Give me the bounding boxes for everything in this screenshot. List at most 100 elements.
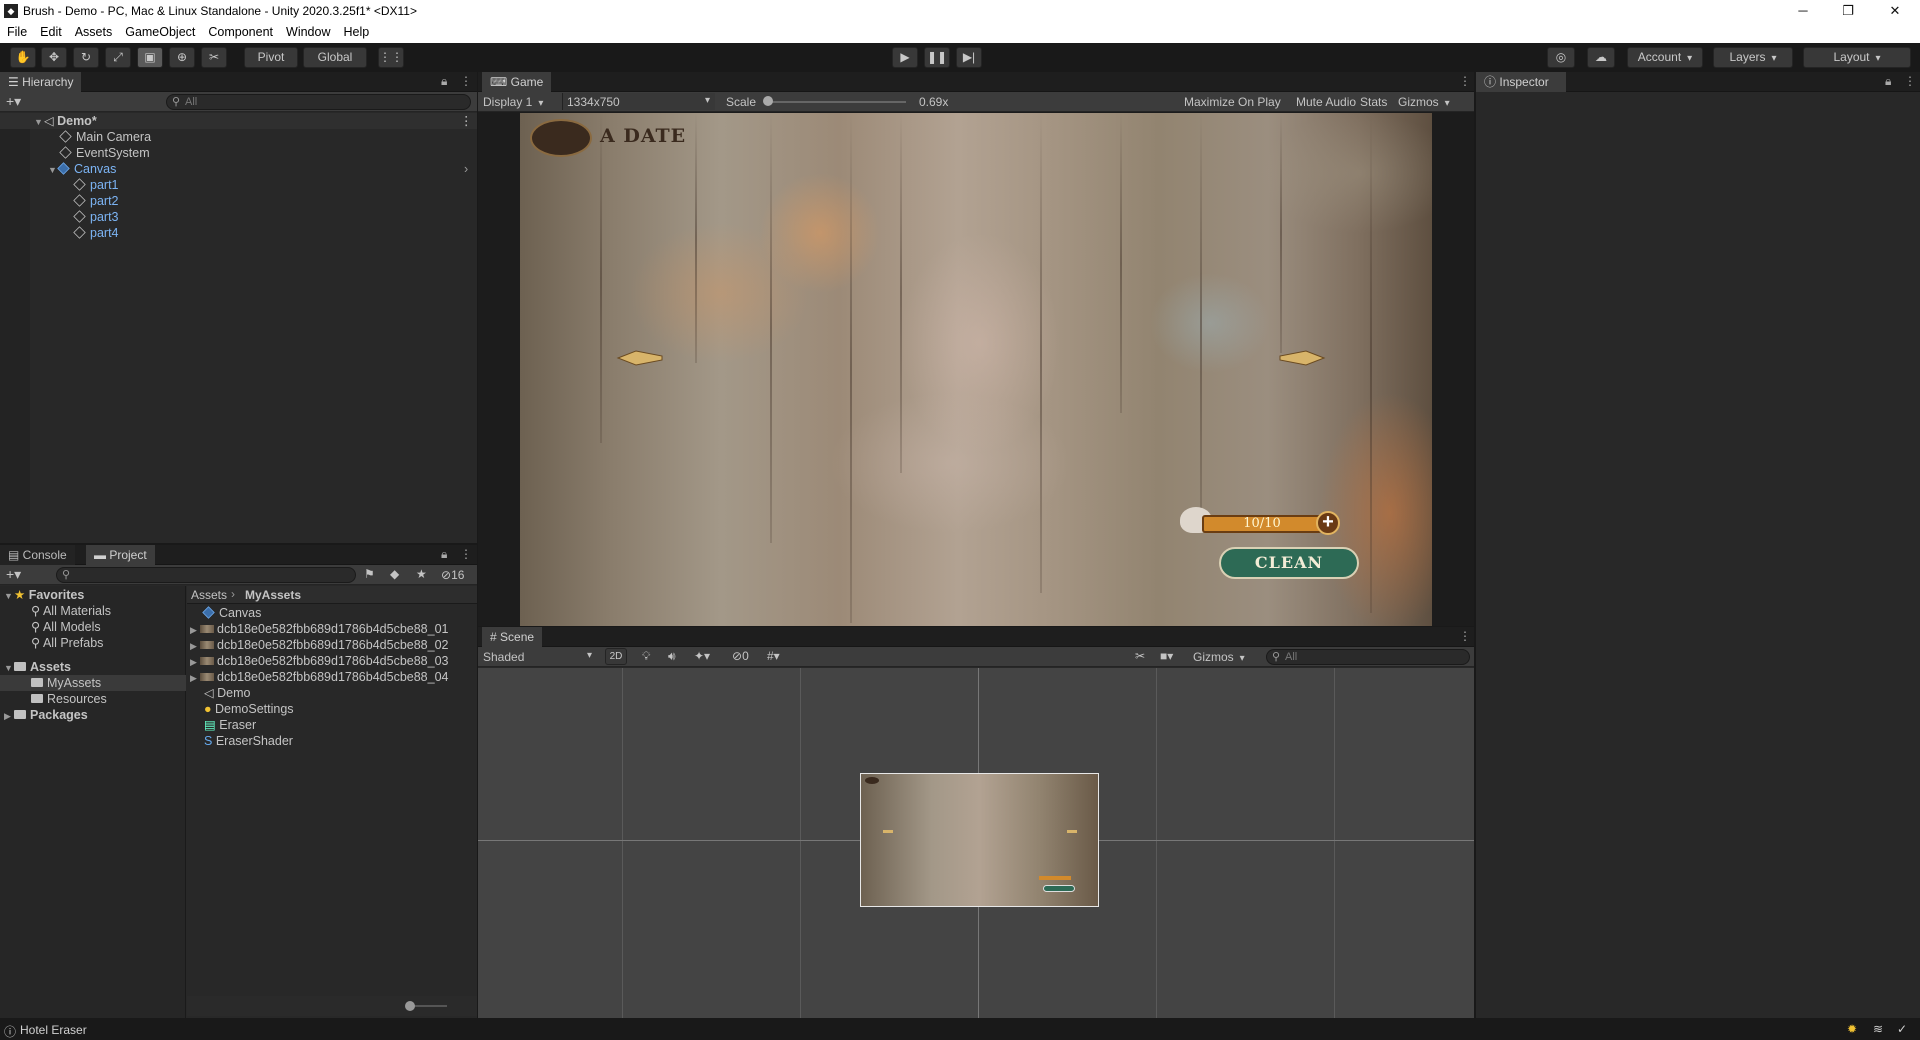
lock-icon[interactable]: 🔒︎ xyxy=(441,547,447,562)
tools-icon[interactable]: ✂ xyxy=(1135,649,1145,663)
expand-arrow-icon[interactable]: ▶ xyxy=(190,654,200,670)
file-item[interactable]: ● DemoSettings xyxy=(204,701,294,717)
2d-toggle[interactable]: 2D xyxy=(605,648,627,665)
file-item[interactable]: ▶ dcb18e0e582fbb689d1786b4d5cbe88_04 xyxy=(190,669,448,685)
rect-tool-icon[interactable]: ▣ xyxy=(137,47,163,68)
grid-icon[interactable]: #▾ xyxy=(767,649,780,663)
file-item[interactable]: ◁ Demo xyxy=(204,685,250,701)
transform-tool-icon[interactable]: ⊕ xyxy=(169,47,195,68)
menu-file[interactable]: File xyxy=(0,22,33,39)
expand-arrow-icon[interactable]: ▶ xyxy=(190,622,200,638)
kebab-menu-icon[interactable]: ⋮ xyxy=(1904,74,1916,88)
rotate-tool-icon[interactable]: ↻ xyxy=(73,47,99,68)
list-item[interactable]: part1 xyxy=(73,177,119,193)
game-render[interactable]: A DATE 10/10 + CLEAN xyxy=(520,113,1432,626)
scene-row[interactable]: ▼◁ Demo* ⋮ xyxy=(0,113,477,129)
effects-icon[interactable]: ✦▾ xyxy=(694,649,710,663)
folder-item-resources[interactable]: Resources xyxy=(31,691,107,707)
menu-gameobject[interactable]: GameObject xyxy=(118,22,201,39)
menu-window[interactable]: Window xyxy=(279,22,336,39)
mute-audio-button[interactable]: Mute Audio xyxy=(1296,95,1356,109)
audio-icon[interactable]: 🔊︎ xyxy=(668,649,676,664)
expand-arrow-icon[interactable]: ▼ xyxy=(4,660,14,676)
hand-logo-icon[interactable] xyxy=(530,119,592,157)
tab-console[interactable]: ▤ Console xyxy=(0,545,75,565)
display-dropdown[interactable]: Display 1 xyxy=(483,95,543,109)
project-search-input[interactable] xyxy=(56,567,356,583)
list-item[interactable]: EventSystem xyxy=(59,145,150,161)
favorites-row[interactable]: ▼★ Favorites xyxy=(4,587,84,603)
hidden-objects-toggle[interactable]: ⊘0 xyxy=(732,649,749,663)
pause-button[interactable]: ❚❚ xyxy=(924,47,950,68)
tab-project[interactable]: ▬ Project xyxy=(86,545,155,565)
step-button[interactable]: ▶| xyxy=(956,47,982,68)
hand-tool-icon[interactable]: ✋ xyxy=(10,47,36,68)
favorite-item[interactable]: ⚲ All Materials xyxy=(31,603,111,619)
cloud-icon[interactable]: ☁ xyxy=(1587,47,1615,68)
favorite-item[interactable]: ⚲ All Prefabs xyxy=(31,635,103,651)
snap-icon[interactable]: ⋮⋮ xyxy=(378,47,404,68)
global-toggle[interactable]: Global xyxy=(303,47,367,68)
list-item[interactable]: ▼ Canvas › xyxy=(48,161,468,177)
menu-help[interactable]: Help xyxy=(336,22,375,39)
stats-button[interactable]: Stats xyxy=(1360,95,1387,109)
play-button[interactable]: ▶ xyxy=(892,47,918,68)
pivot-toggle[interactable]: Pivot xyxy=(244,47,298,68)
breadcrumb-assets[interactable]: Assets xyxy=(191,588,227,602)
chevron-right-icon[interactable]: › xyxy=(464,161,468,177)
expand-arrow-icon[interactable]: ▼ xyxy=(4,588,14,604)
minimize-button[interactable]: ─ xyxy=(1783,0,1823,22)
lock-icon[interactable]: 🔒︎ xyxy=(441,74,447,89)
collab-icon[interactable]: ◎ xyxy=(1547,47,1575,68)
layers-dropdown[interactable]: Layers xyxy=(1713,47,1793,68)
list-item[interactable]: part2 xyxy=(73,193,119,209)
scene-menu-icon[interactable]: ⋮ xyxy=(460,113,473,129)
expand-arrow-icon[interactable]: ▶ xyxy=(4,708,14,724)
canvas-preview[interactable] xyxy=(860,773,1099,907)
list-item[interactable]: part3 xyxy=(73,209,119,225)
hidden-packages-toggle[interactable]: ⊘16 xyxy=(441,568,464,582)
kebab-menu-icon[interactable]: ⋮ xyxy=(1459,629,1471,643)
maximize-on-play-button[interactable]: Maximize On Play xyxy=(1184,95,1281,109)
resolution-dropdown[interactable]: 1334x750 ▾ xyxy=(562,93,715,110)
assets-row[interactable]: ▼ Assets xyxy=(4,659,71,675)
file-item[interactable]: S EraserShader xyxy=(204,733,293,749)
filter-type-icon[interactable]: ⚑ xyxy=(364,567,375,581)
folder-item-myassets[interactable]: MyAssets xyxy=(0,675,186,691)
kebab-menu-icon[interactable]: ⋮ xyxy=(460,547,472,561)
zoom-slider[interactable] xyxy=(405,1001,415,1011)
lock-icon[interactable]: 🔒︎ xyxy=(1885,74,1891,89)
lighting-icon[interactable]: 💡︎ xyxy=(642,649,650,664)
restore-icon[interactable]: ❐ xyxy=(1828,0,1868,22)
menu-assets[interactable]: Assets xyxy=(68,22,119,39)
file-item[interactable]: ▶ dcb18e0e582fbb689d1786b4d5cbe88_01 xyxy=(190,621,448,637)
layout-dropdown[interactable]: Layout xyxy=(1803,47,1911,68)
favorite-star-icon[interactable]: ★ xyxy=(416,567,427,581)
account-dropdown[interactable]: Account xyxy=(1627,47,1703,68)
tab-hierarchy[interactable]: ☰ Hierarchy xyxy=(0,72,82,92)
close-button[interactable]: ✕ xyxy=(1875,0,1915,22)
add-icon[interactable]: +▾ xyxy=(6,566,21,583)
file-item[interactable]: Canvas xyxy=(202,605,261,621)
gizmos-button[interactable]: Gizmos xyxy=(1398,95,1450,109)
file-item[interactable]: ▶ dcb18e0e582fbb689d1786b4d5cbe88_02 xyxy=(190,637,448,653)
scene-search-input[interactable]: All xyxy=(1266,649,1470,665)
kebab-menu-icon[interactable]: ⋮ xyxy=(460,74,472,88)
file-item[interactable]: ▤ Eraser xyxy=(204,717,256,733)
arrow-right-icon[interactable] xyxy=(1278,349,1326,367)
expand-arrow-icon[interactable]: ▼ xyxy=(34,114,44,130)
scene-gizmos-dropdown[interactable]: Gizmos xyxy=(1193,650,1245,664)
list-item[interactable]: part4 xyxy=(73,225,119,241)
clean-button[interactable]: CLEAN xyxy=(1219,547,1359,579)
progress-check-icon[interactable]: ✓ xyxy=(1897,1022,1907,1036)
shading-dropdown[interactable]: Shaded ▾ xyxy=(483,650,595,664)
filter-label-icon[interactable]: ◆ xyxy=(390,567,399,581)
breadcrumb-myassets[interactable]: MyAssets xyxy=(245,588,301,602)
expand-arrow-icon[interactable]: ▶ xyxy=(190,638,200,654)
list-item[interactable]: Main Camera xyxy=(59,129,151,145)
auto-generate-lighting-icon[interactable]: ✹ xyxy=(1847,1022,1857,1036)
hierarchy-search-input[interactable]: All xyxy=(166,94,471,110)
tab-scene[interactable]: # Scene xyxy=(482,627,543,647)
tab-game[interactable]: ⌨ Game xyxy=(482,72,552,92)
cache-server-icon[interactable]: ≋ xyxy=(1873,1022,1883,1036)
